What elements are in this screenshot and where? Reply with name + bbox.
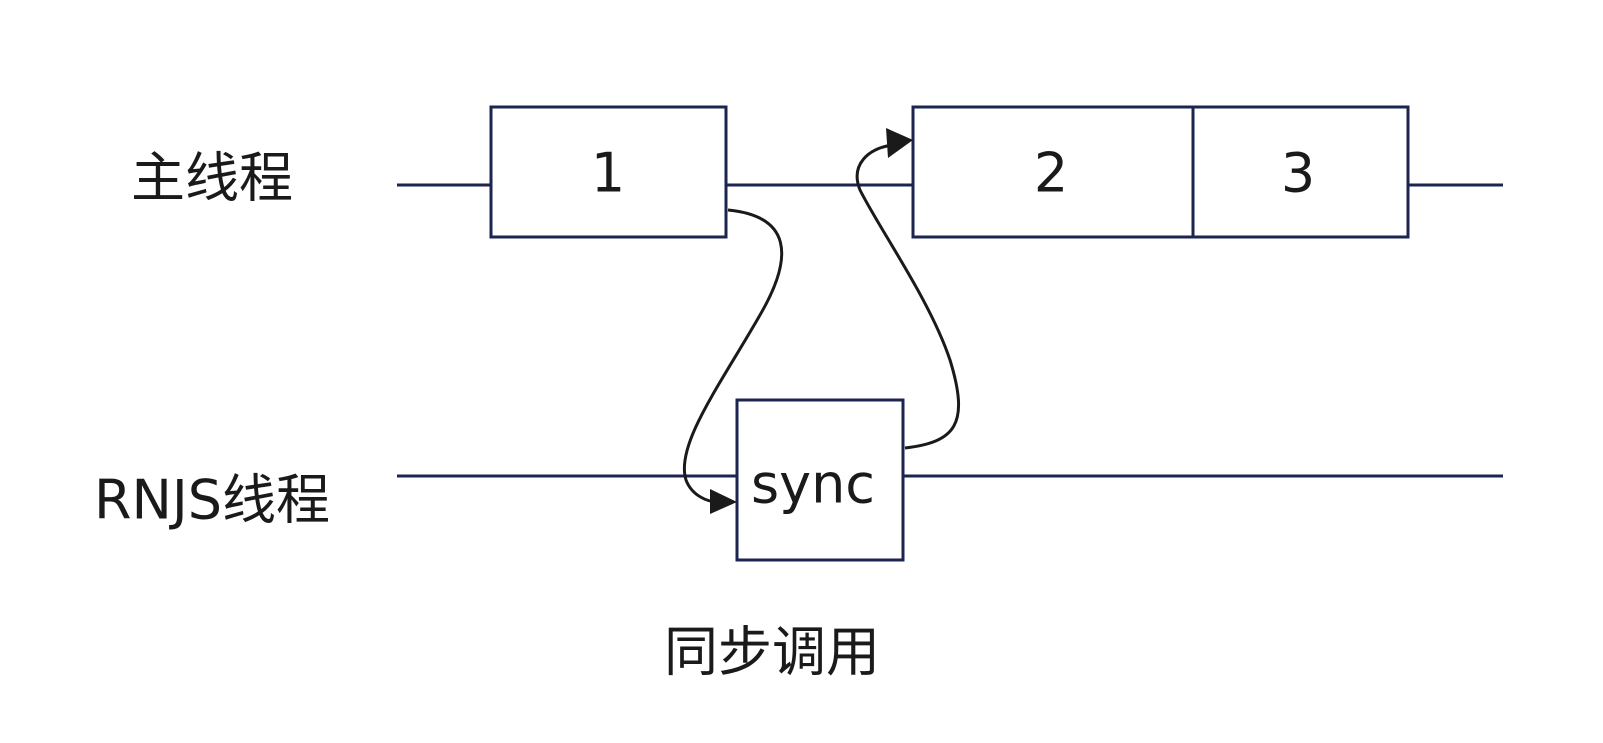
task-box-1: 1 <box>489 105 728 239</box>
diagram-caption: 同步调用 <box>664 621 880 684</box>
call-arrowhead-icon <box>710 489 737 514</box>
rnjs-thread-label: RNJS线程 <box>94 469 330 532</box>
sync-call-diagram: 主线程 RNJS线程 1 2 3 sync 同步调用 <box>94 105 1503 684</box>
sync-box: sync <box>735 398 905 562</box>
task-box-3: 3 <box>1191 105 1410 239</box>
sync-label: sync <box>751 453 875 516</box>
task-3-label: 3 <box>1281 142 1315 205</box>
task-1-label: 1 <box>591 142 625 205</box>
task-2-label: 2 <box>1034 142 1068 205</box>
return-arrowhead-icon <box>886 128 913 158</box>
main-thread-label: 主线程 <box>131 147 293 210</box>
task-box-2: 2 <box>911 105 1195 239</box>
